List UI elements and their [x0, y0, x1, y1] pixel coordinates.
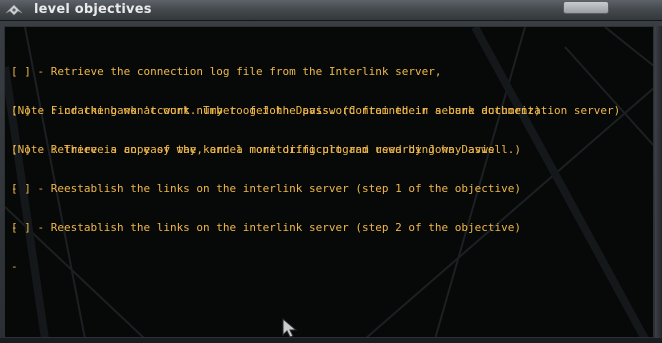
objective-text: [ ] - Find the bank account number of Jo…: [11, 104, 548, 117]
level-objectives-window: level objectives [ ] - Retrieve the conn…: [0, 0, 662, 338]
objectives-panel: [ ] - Retrieve the connection log file f…: [4, 26, 654, 338]
objective-status-dash: -: [11, 260, 18, 273]
window-titlebar[interactable]: level objectives: [0, 0, 662, 21]
objectives-list: [ ] - Retrieve the connection log file f…: [11, 39, 620, 273]
winged-logo-icon: [4, 2, 24, 18]
objective-item[interactable]: [ ] - Retrieve a copy of the kernel moni…: [11, 117, 620, 195]
objective-text: [ ] - Retrieve the connection log file f…: [11, 65, 442, 78]
objective-text: [ ] - Reestablish the links on the inter…: [11, 221, 521, 234]
objective-item[interactable]: [ ] - Retrieve the connection log file f…: [11, 39, 620, 117]
objective-item[interactable]: [ ] - Find the bank account number of Jo…: [11, 78, 620, 156]
arrow-cursor-icon: [281, 317, 301, 338]
objective-text: [ ] - Reestablish the links on the inter…: [11, 182, 521, 195]
objective-text: [ ] - Retrieve a copy of the kernel moni…: [11, 143, 495, 156]
objective-item[interactable]: [ ] - Reestablish the links on the inter…: [11, 195, 620, 273]
window-right-edge: [655, 26, 662, 338]
window-title: level objectives: [34, 2, 152, 17]
window-button[interactable]: [563, 1, 609, 14]
objective-item[interactable]: [ ] - Reestablish the links on the inter…: [11, 156, 620, 234]
